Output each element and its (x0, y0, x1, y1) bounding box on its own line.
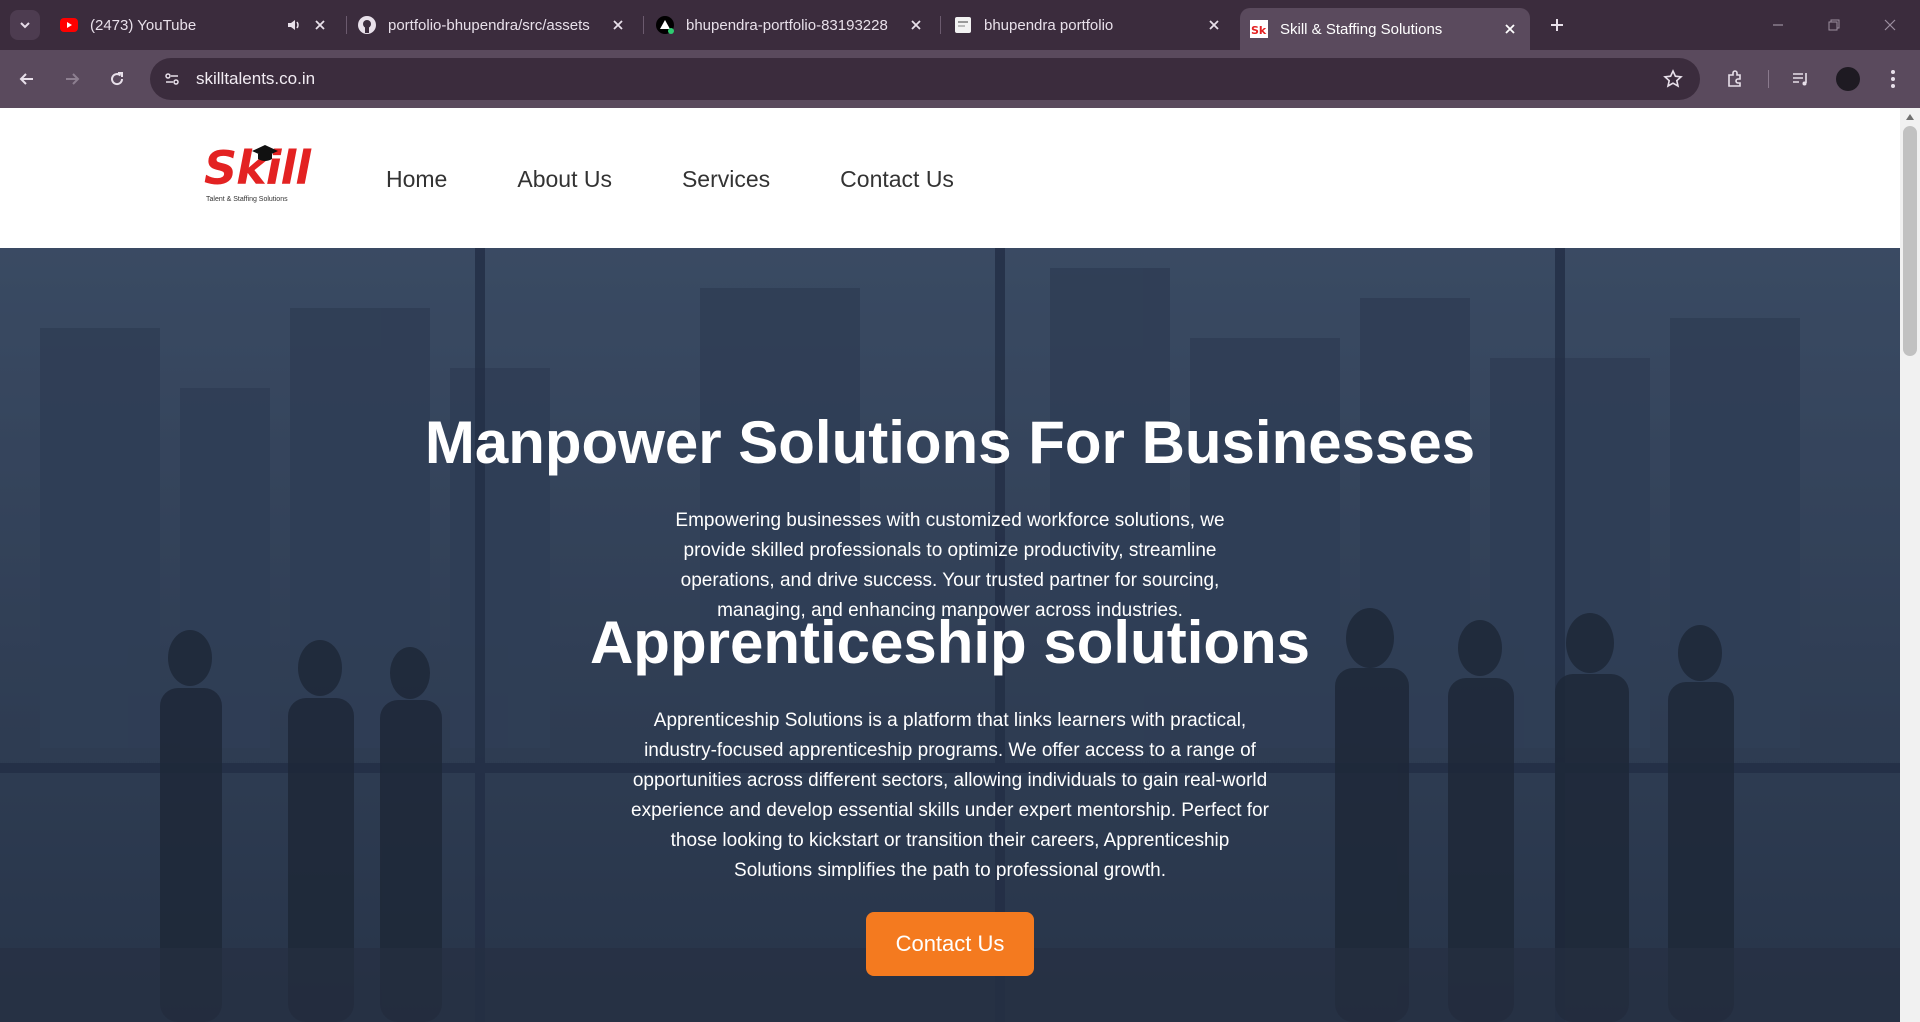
hero-text-apprenticeship: Apprenticeship Solutions is a platform t… (631, 710, 1269, 881)
url-text[interactable]: skilltalents.co.in (196, 69, 315, 89)
main-nav: Home About Us Services Contact Us (386, 166, 954, 193)
browser-tab-strip: (2473) YouTube portfolio-bhupendra/src/a… (0, 0, 1920, 50)
site-logo[interactable]: Skill Talent & Staffing Solutions (204, 144, 311, 210)
tab-vercel[interactable]: bhupendra-portfolio-83193228 (646, 8, 936, 42)
site-header: Skill Talent & Staffing Solutions Home A… (0, 108, 1900, 248)
profile-button[interactable] (1833, 64, 1863, 94)
page-viewport: Skill Talent & Staffing Solutions Home A… (0, 108, 1900, 1022)
chevron-down-icon (20, 22, 30, 29)
more-vertical-icon (1891, 70, 1895, 88)
tab-youtube[interactable]: (2473) YouTube (50, 8, 340, 42)
page-scrollbar[interactable] (1900, 108, 1920, 1022)
svg-text:Sk: Sk (1251, 24, 1267, 37)
tab-title: bhupendra portfolio (984, 16, 1114, 34)
hero-section: Manpower Solutions For Businesses Empowe… (0, 248, 1900, 1022)
tab-title: bhupendra-portfolio-83193228 (686, 16, 888, 34)
forward-button[interactable] (57, 64, 87, 94)
new-tab-button[interactable] (1542, 10, 1572, 40)
extensions-button[interactable] (1720, 64, 1750, 94)
reload-icon (111, 72, 124, 86)
page-icon (954, 16, 972, 34)
avatar (1836, 67, 1860, 91)
media-control-button[interactable] (1786, 64, 1816, 94)
arrow-right-icon (66, 73, 80, 85)
nav-home[interactable]: Home (386, 166, 447, 193)
contact-us-button[interactable]: Contact Us (866, 912, 1034, 976)
close-icon[interactable] (608, 15, 628, 35)
tab-title: (2473) YouTube (90, 16, 197, 34)
arrow-left-icon (19, 73, 33, 85)
vercel-icon (656, 16, 674, 34)
speaker-icon[interactable] (284, 15, 304, 35)
toolbar-separator (1768, 70, 1769, 88)
tab-search-button[interactable] (10, 10, 40, 40)
puzzle-icon (1728, 70, 1741, 87)
reload-button[interactable] (102, 64, 132, 94)
minimize-button[interactable] (1758, 10, 1798, 40)
close-icon[interactable] (310, 15, 330, 35)
hero-heading-apprenticeship: Apprenticeship solutions (589, 609, 1311, 676)
restore-icon (1828, 19, 1840, 31)
nav-contact-us[interactable]: Contact Us (840, 166, 954, 193)
close-icon (1884, 19, 1896, 31)
nav-about-us[interactable]: About Us (517, 166, 612, 193)
tab-portfolio[interactable]: bhupendra portfolio (944, 8, 1234, 42)
close-icon[interactable] (1204, 15, 1224, 35)
tab-github[interactable]: portfolio-bhupendra/src/assets (348, 8, 638, 42)
tab-skill-staffing[interactable]: Sk Skill & Staffing Solutions (1240, 8, 1530, 50)
graduation-cap-icon (252, 145, 278, 161)
playlist-music-icon (1793, 73, 1807, 86)
github-icon (358, 16, 376, 34)
browser-menu-button[interactable] (1878, 64, 1908, 94)
close-window-button[interactable] (1870, 10, 1910, 40)
bookmark-star-icon[interactable] (1662, 68, 1684, 90)
scrollbar-thumb[interactable] (1903, 126, 1917, 356)
skill-favicon: Sk (1250, 20, 1268, 38)
logo-tagline: Talent & Staffing Solutions (206, 196, 288, 203)
minimize-icon (1773, 24, 1783, 26)
browser-toolbar: skilltalents.co.in (0, 50, 1920, 108)
site-info-icon[interactable] (160, 67, 184, 91)
tab-title: Skill & Staffing Solutions (1280, 20, 1443, 38)
tab-separator (346, 16, 347, 34)
address-bar[interactable]: skilltalents.co.in (150, 58, 1700, 100)
hero-heading-manpower: Manpower Solutions For Businesses (424, 409, 1476, 476)
restore-button[interactable] (1814, 10, 1854, 40)
plus-icon (1551, 19, 1563, 31)
close-icon[interactable] (1500, 19, 1520, 39)
nav-services[interactable]: Services (682, 166, 770, 193)
youtube-icon (60, 16, 78, 34)
tab-title: portfolio-bhupendra/src/assets (388, 16, 590, 34)
tab-separator (940, 16, 941, 34)
tab-separator (643, 16, 644, 34)
scroll-up-arrow-icon[interactable] (1906, 114, 1914, 120)
close-icon[interactable] (906, 15, 926, 35)
back-button[interactable] (12, 64, 42, 94)
